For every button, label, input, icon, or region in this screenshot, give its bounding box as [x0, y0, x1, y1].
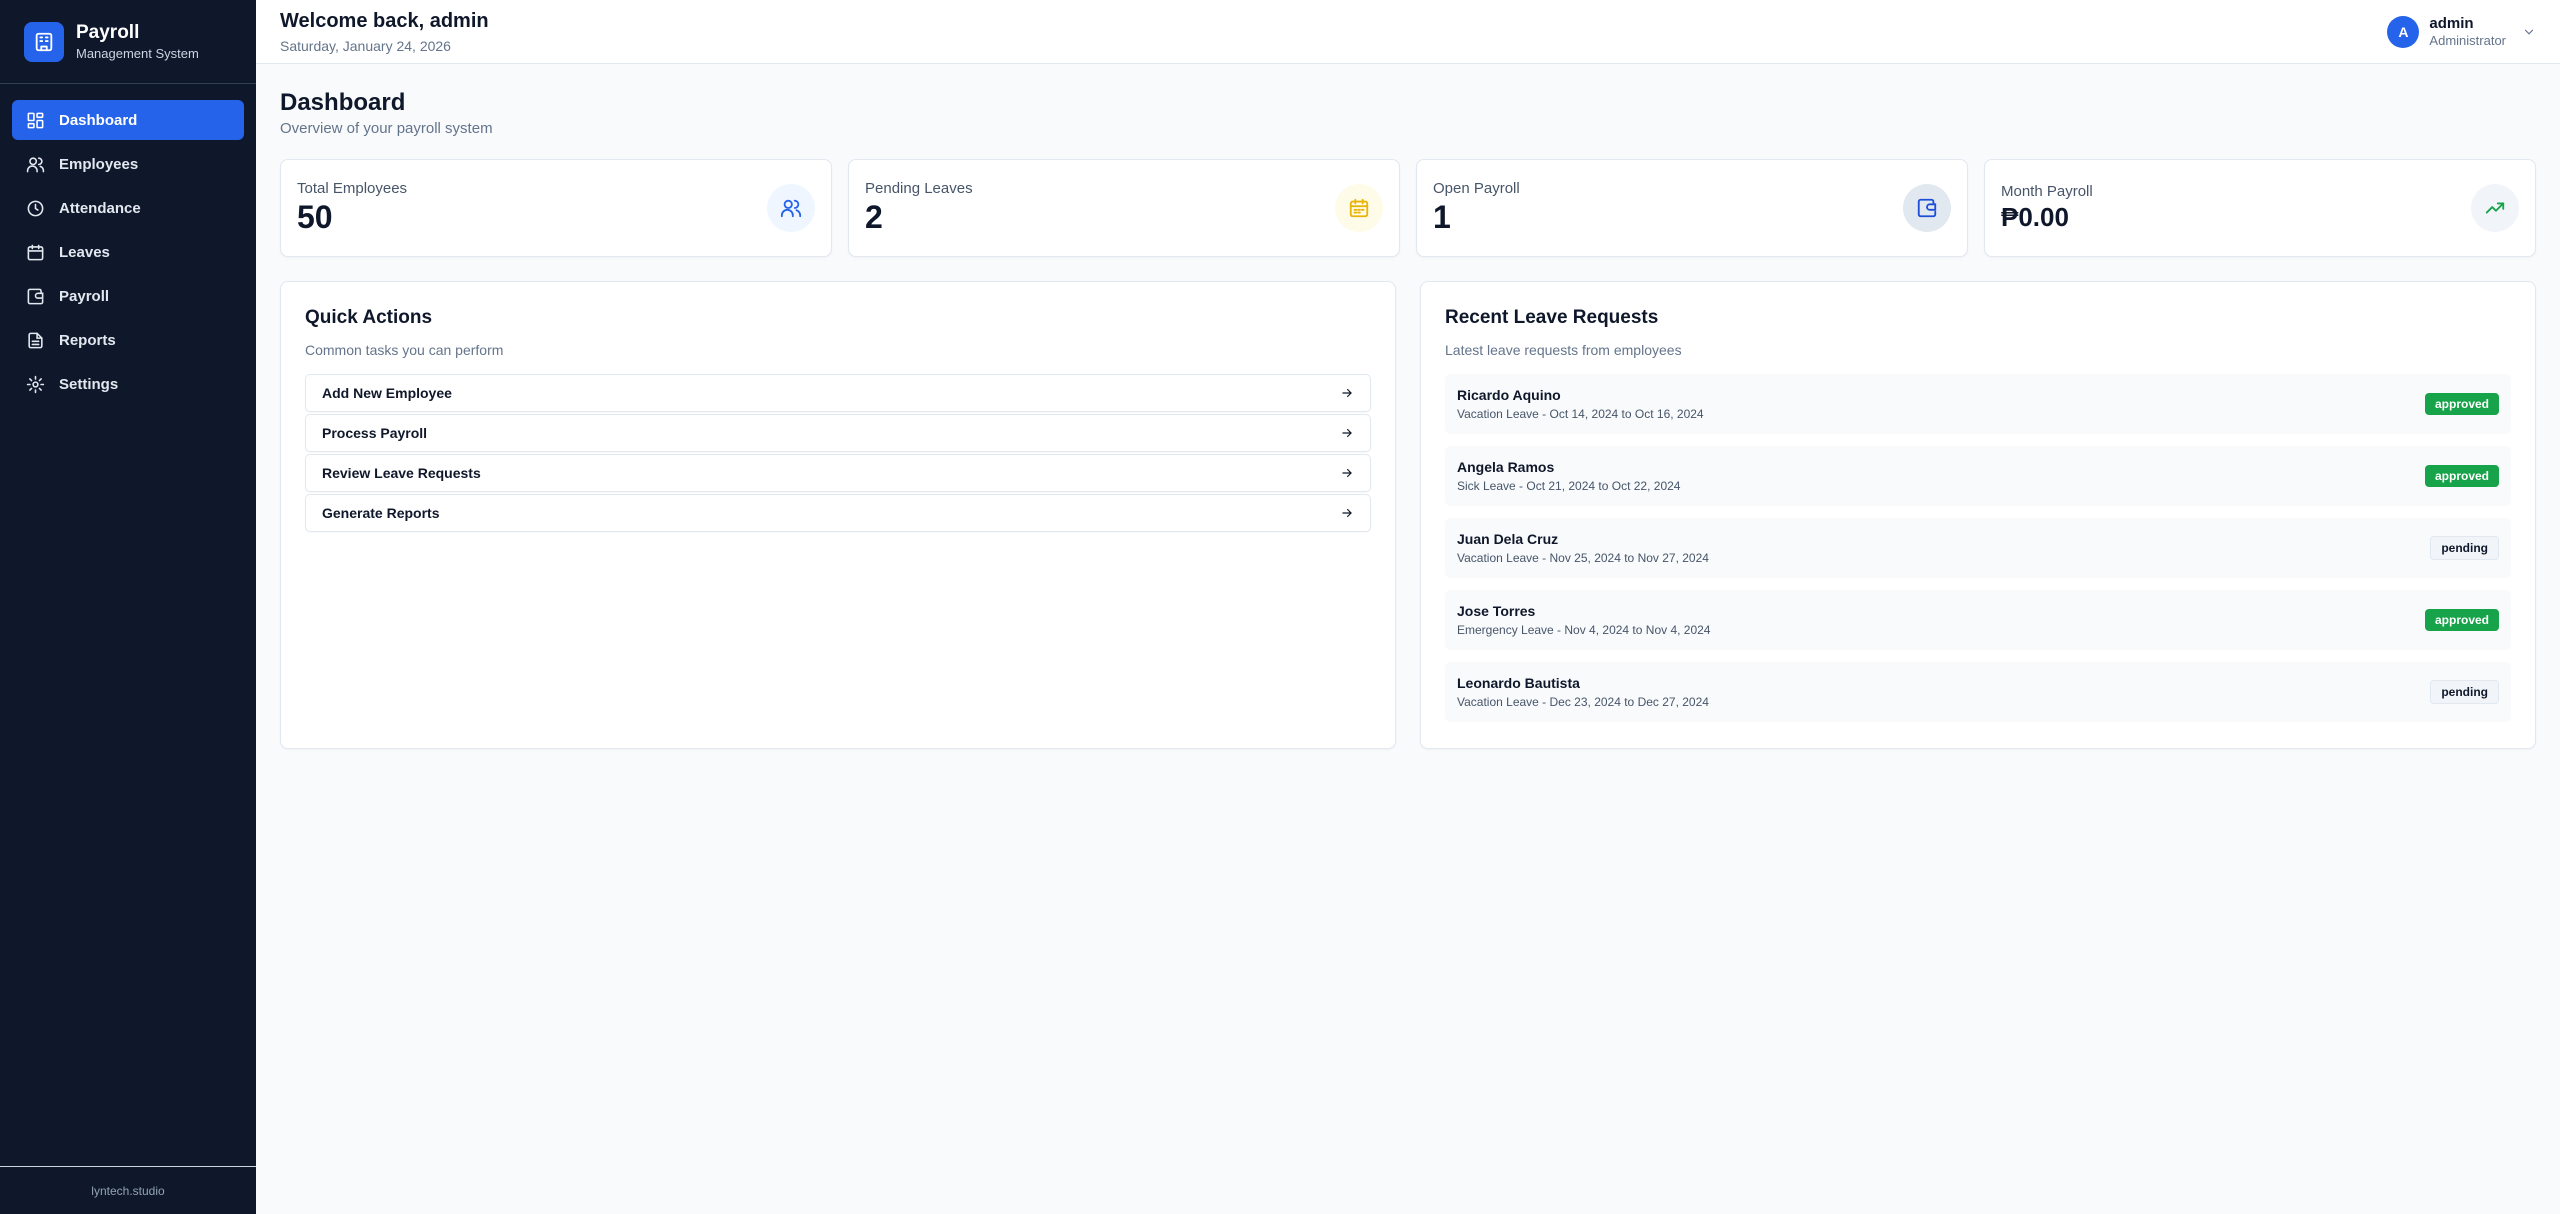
- employee-name: Angela Ramos: [1457, 459, 1555, 475]
- chevron-down-icon: [2524, 29, 2534, 35]
- action-label: Generate Reports: [322, 505, 440, 521]
- leave-detail: Sick Leave - Oct 21, 2024 to Oct 22, 202…: [1457, 479, 1681, 493]
- current-date: Saturday, January 24, 2026: [280, 37, 451, 54]
- add-employee-button[interactable]: Add New Employee: [305, 374, 1371, 412]
- brand-subtitle: Management System: [76, 45, 199, 61]
- status-badge: approved: [2424, 609, 2499, 631]
- panels-row: Quick Actions Common tasks you can perfo…: [280, 281, 2536, 749]
- stat-label: Pending Leaves: [865, 180, 973, 197]
- arrow-right-icon: [1342, 428, 1352, 438]
- dashboard-icon: [27, 112, 44, 128]
- stat-card-open-payroll: Open Payroll 1: [1416, 159, 1968, 257]
- sidebar: Payroll Management System Dashboard Empl…: [0, 0, 256, 1214]
- employee-name: Juan Dela Cruz: [1457, 531, 1559, 547]
- main-content: Dashboard Overview of your payroll syste…: [280, 88, 2536, 749]
- stat-value: 1: [1433, 199, 1451, 235]
- panel-subtitle: Latest leave requests from employees: [1445, 342, 1682, 358]
- sidebar-item-dashboard[interactable]: Dashboard: [12, 100, 244, 140]
- stat-value: 50: [297, 199, 333, 235]
- sidebar-item-reports[interactable]: Reports: [12, 320, 244, 360]
- action-label: Review Leave Requests: [322, 465, 481, 481]
- sidebar-item-settings[interactable]: Settings: [12, 364, 244, 404]
- user-name: admin: [2429, 14, 2474, 32]
- sidebar-item-label: Reports: [59, 331, 116, 349]
- page-subtitle: Overview of your payroll system: [280, 120, 493, 137]
- employee-name: Jose Torres: [1457, 603, 1536, 619]
- stat-card-total-employees: Total Employees 50: [280, 159, 832, 257]
- clock-icon: [27, 200, 44, 216]
- panel-title: Recent Leave Requests: [1445, 307, 1659, 328]
- stat-label: Total Employees: [297, 180, 408, 197]
- sidebar-item-label: Leaves: [59, 243, 110, 261]
- arrow-right-icon: [1342, 468, 1352, 478]
- stat-label: Month Payroll: [2001, 183, 2093, 200]
- brand-title: Payroll: [76, 21, 140, 43]
- list-item[interactable]: Ricardo Aquino Vacation Leave - Oct 14, …: [1445, 374, 2511, 434]
- employee-name: Ricardo Aquino: [1457, 387, 1561, 403]
- sidebar-nav: Dashboard Employees Attendance Leaves Pa…: [0, 84, 256, 424]
- stat-value: 2: [865, 199, 883, 235]
- sidebar-item-label: Dashboard: [59, 111, 138, 129]
- action-label: Process Payroll: [322, 425, 428, 441]
- leave-detail: Vacation Leave - Oct 14, 2024 to Oct 16,…: [1457, 407, 1704, 421]
- review-leave-requests-button[interactable]: Review Leave Requests: [305, 454, 1371, 492]
- sidebar-footer: lyntech.studio: [0, 1166, 256, 1214]
- sidebar-item-attendance[interactable]: Attendance: [12, 188, 244, 228]
- sidebar-item-leaves[interactable]: Leaves: [12, 232, 244, 272]
- user-role: Administrator: [2429, 32, 2506, 48]
- list-item[interactable]: Jose Torres Emergency Leave - Nov 4, 202…: [1445, 590, 2511, 650]
- users-icon: [26, 156, 45, 172]
- sidebar-item-label: Settings: [59, 375, 119, 393]
- wallet-icon: [1903, 184, 1951, 232]
- arrow-right-icon: [1342, 388, 1352, 398]
- stat-card-pending-leaves: Pending Leaves 2: [848, 159, 1400, 257]
- stat-label: Open Payroll: [1433, 180, 1520, 197]
- status-badge: pending: [2430, 536, 2499, 560]
- leave-requests-list: Ricardo Aquino Vacation Leave - Oct 14, …: [1445, 374, 2511, 722]
- gear-icon: [26, 375, 45, 393]
- arrow-right-icon: [1342, 508, 1352, 518]
- quick-actions-panel: Quick Actions Common tasks you can perfo…: [280, 281, 1396, 749]
- quick-actions-list: Add New Employee Process Payroll Review …: [305, 374, 1371, 532]
- calendar-icon: [27, 244, 44, 260]
- sidebar-item-label: Employees: [59, 155, 139, 173]
- panel-title: Quick Actions: [305, 307, 433, 328]
- status-badge: pending: [2430, 680, 2499, 704]
- sidebar-item-payroll[interactable]: Payroll: [12, 276, 244, 316]
- list-item[interactable]: Juan Dela Cruz Vacation Leave - Nov 25, …: [1445, 518, 2511, 578]
- stat-value: ₱0.00: [2001, 202, 2069, 232]
- avatar: A: [2387, 15, 2420, 48]
- generate-reports-button[interactable]: Generate Reports: [305, 494, 1371, 532]
- sidebar-item-employees[interactable]: Employees: [12, 144, 244, 184]
- calendar-icon: [1335, 184, 1383, 232]
- welcome-message: Welcome back, admin: [280, 9, 489, 32]
- leave-detail: Emergency Leave - Nov 4, 2024 to Nov 4, …: [1457, 623, 1711, 637]
- employee-name: Leonardo Bautista: [1457, 675, 1580, 691]
- page-title: Dashboard: [280, 89, 406, 116]
- top-header: Welcome back, admin Saturday, January 24…: [256, 0, 2560, 64]
- stat-card-month-payroll: Month Payroll ₱0.00: [1984, 159, 2536, 257]
- action-label: Add New Employee: [322, 385, 452, 401]
- user-menu[interactable]: A admin Administrator: [2387, 15, 2536, 49]
- file-text-icon: [28, 332, 43, 348]
- stats-row: Total Employees 50 Pending Leaves 2 Open…: [280, 159, 2536, 257]
- wallet-icon: [27, 288, 44, 304]
- building-icon: [24, 21, 64, 62]
- status-badge: approved: [2424, 465, 2499, 487]
- users-icon: [767, 184, 815, 232]
- brand: Payroll Management System: [0, 0, 256, 84]
- status-badge: approved: [2424, 393, 2499, 415]
- sidebar-item-label: Attendance: [59, 199, 141, 217]
- leave-detail: Vacation Leave - Dec 23, 2024 to Dec 27,…: [1457, 695, 1709, 709]
- trending-up-icon: [2471, 184, 2519, 232]
- panel-subtitle: Common tasks you can perform: [305, 342, 504, 358]
- list-item[interactable]: Leonardo Bautista Vacation Leave - Dec 2…: [1445, 662, 2511, 722]
- list-item[interactable]: Angela Ramos Sick Leave - Oct 21, 2024 t…: [1445, 446, 2511, 506]
- recent-leave-requests-panel: Recent Leave Requests Latest leave reque…: [1420, 281, 2536, 749]
- sidebar-item-label: Payroll: [59, 287, 110, 305]
- leave-detail: Vacation Leave - Nov 25, 2024 to Nov 27,…: [1457, 551, 1709, 565]
- process-payroll-button[interactable]: Process Payroll: [305, 414, 1371, 452]
